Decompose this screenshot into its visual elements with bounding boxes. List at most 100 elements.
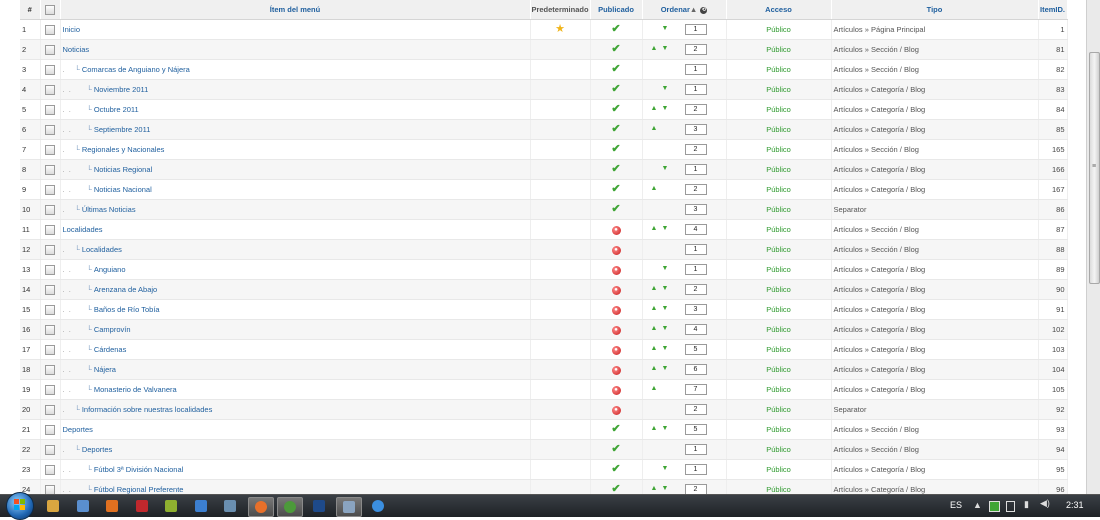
default-cell[interactable]: [530, 199, 591, 220]
move-down-icon[interactable]: ▼: [662, 424, 669, 434]
move-down-icon[interactable]: ▼: [662, 164, 669, 174]
item-title-link[interactable]: Noviembre 2011: [94, 85, 148, 94]
row-select-cell[interactable]: [40, 359, 61, 380]
published-cell[interactable]: ●: [590, 239, 643, 260]
tray-expand-icon[interactable]: ▲: [973, 500, 982, 510]
published-cell[interactable]: ✔: [590, 419, 643, 440]
move-down-icon[interactable]: ▼: [662, 484, 669, 494]
order-input[interactable]: [684, 84, 707, 95]
row-select-cell[interactable]: [40, 479, 61, 494]
item-title-link[interactable]: Anguiano: [94, 265, 126, 274]
order-input[interactable]: [684, 364, 707, 375]
move-down-icon[interactable]: ▼: [662, 304, 669, 314]
taskbar-app-app-red[interactable]: [130, 497, 154, 515]
row-checkbox[interactable]: [45, 344, 55, 355]
published-cell[interactable]: ✔: [590, 459, 643, 480]
move-down-icon[interactable]: ▼: [662, 324, 669, 334]
item-title-link[interactable]: Cárdenas: [94, 345, 127, 354]
unpublished-icon[interactable]: ●: [611, 386, 621, 395]
default-cell[interactable]: [530, 339, 591, 360]
row-checkbox[interactable]: [45, 24, 55, 35]
move-up-icon[interactable]: ▲: [651, 324, 658, 334]
default-star-icon[interactable]: ★: [555, 23, 565, 35]
move-down-icon[interactable]: ▼: [662, 84, 669, 94]
item-title-link[interactable]: Noticias: [63, 45, 90, 54]
published-cell[interactable]: ✔: [590, 59, 643, 80]
access-level[interactable]: Público: [726, 259, 832, 280]
taskbar-clock[interactable]: 2:31: [1066, 500, 1084, 510]
access-level[interactable]: Público: [726, 379, 832, 400]
order-input[interactable]: [684, 404, 707, 415]
order-input[interactable]: [684, 264, 707, 275]
default-cell[interactable]: [530, 259, 591, 280]
item-title-link[interactable]: Últimas Noticias: [82, 205, 136, 214]
order-input[interactable]: [684, 224, 707, 235]
row-checkbox[interactable]: [45, 244, 55, 255]
access-level[interactable]: Público: [726, 399, 832, 420]
published-check-icon[interactable]: ✔: [611, 23, 620, 35]
default-cell[interactable]: [530, 59, 591, 80]
volume-icon[interactable]: ◀): [1040, 498, 1050, 509]
row-checkbox[interactable]: [45, 324, 55, 335]
order-header-label[interactable]: Ordenar: [661, 5, 690, 14]
language-indicator[interactable]: ES: [950, 500, 962, 510]
item-title-link[interactable]: Nájera: [94, 365, 116, 374]
taskbar-app-media-player[interactable]: [71, 497, 95, 515]
published-check-icon[interactable]: ✔: [611, 443, 620, 455]
default-cell[interactable]: [530, 139, 591, 160]
unpublished-icon[interactable]: ●: [611, 266, 621, 275]
row-select-cell[interactable]: [40, 99, 61, 120]
row-checkbox[interactable]: [45, 484, 55, 494]
published-cell[interactable]: ✔: [590, 19, 643, 40]
item-title-link[interactable]: Localidades: [82, 245, 122, 254]
move-up-icon[interactable]: ▲: [651, 224, 658, 234]
published-check-icon[interactable]: ✔: [611, 63, 620, 75]
item-title-link[interactable]: Fútbol 3ª División Nacional: [94, 465, 183, 474]
row-select-cell[interactable]: [40, 79, 61, 100]
row-select-cell[interactable]: [40, 419, 61, 440]
access-level[interactable]: Público: [726, 119, 832, 140]
save-order-icon[interactable]: ⟲: [700, 6, 708, 14]
unpublished-icon[interactable]: ●: [611, 366, 621, 375]
move-down-icon[interactable]: ▼: [662, 364, 669, 374]
row-checkbox[interactable]: [45, 424, 55, 435]
move-down-icon[interactable]: ▼: [662, 24, 669, 34]
column-header-order[interactable]: Ordenar▲ ⟲: [642, 0, 727, 20]
move-up-icon[interactable]: ▲: [651, 364, 658, 374]
default-cell[interactable]: [530, 219, 591, 240]
move-down-icon[interactable]: ▼: [662, 264, 669, 274]
published-cell[interactable]: ✔: [590, 199, 643, 220]
published-cell[interactable]: ●: [590, 299, 643, 320]
published-cell[interactable]: ✔: [590, 439, 643, 460]
row-select-cell[interactable]: [40, 239, 61, 260]
default-cell[interactable]: [530, 419, 591, 440]
move-up-icon[interactable]: ▲: [651, 44, 658, 54]
row-checkbox[interactable]: [45, 364, 55, 375]
published-check-icon[interactable]: ✔: [611, 163, 620, 175]
default-cell[interactable]: [530, 79, 591, 100]
item-title-link[interactable]: Septiembre 2011: [94, 125, 151, 134]
access-level[interactable]: Público: [726, 339, 832, 360]
published-cell[interactable]: ●: [590, 379, 643, 400]
unpublished-icon[interactable]: ●: [611, 226, 621, 235]
published-cell[interactable]: ✔: [590, 159, 643, 180]
order-input[interactable]: [684, 384, 707, 395]
move-down-icon[interactable]: ▼: [662, 104, 669, 114]
move-down-icon[interactable]: ▼: [662, 464, 669, 474]
default-cell[interactable]: [530, 399, 591, 420]
access-level[interactable]: Público: [726, 419, 832, 440]
move-up-icon[interactable]: ▲: [651, 424, 658, 434]
scrollbar-thumb[interactable]: ≡: [1089, 52, 1100, 284]
move-up-icon[interactable]: ▲: [651, 384, 658, 394]
order-input[interactable]: [684, 124, 707, 135]
item-title-link[interactable]: Arenzana de Abajo: [94, 285, 157, 294]
network-icon[interactable]: ▮: [1024, 499, 1029, 510]
column-header-select-all[interactable]: [40, 0, 61, 20]
move-down-icon[interactable]: ▼: [662, 224, 669, 234]
access-level[interactable]: Público: [726, 279, 832, 300]
column-header-published[interactable]: Publicado: [590, 0, 643, 20]
published-cell[interactable]: ●: [590, 219, 643, 240]
access-level[interactable]: Público: [726, 179, 832, 200]
item-title-link[interactable]: Noticias Regional: [94, 165, 152, 174]
item-title-link[interactable]: Información sobre nuestras localidades: [82, 405, 213, 414]
